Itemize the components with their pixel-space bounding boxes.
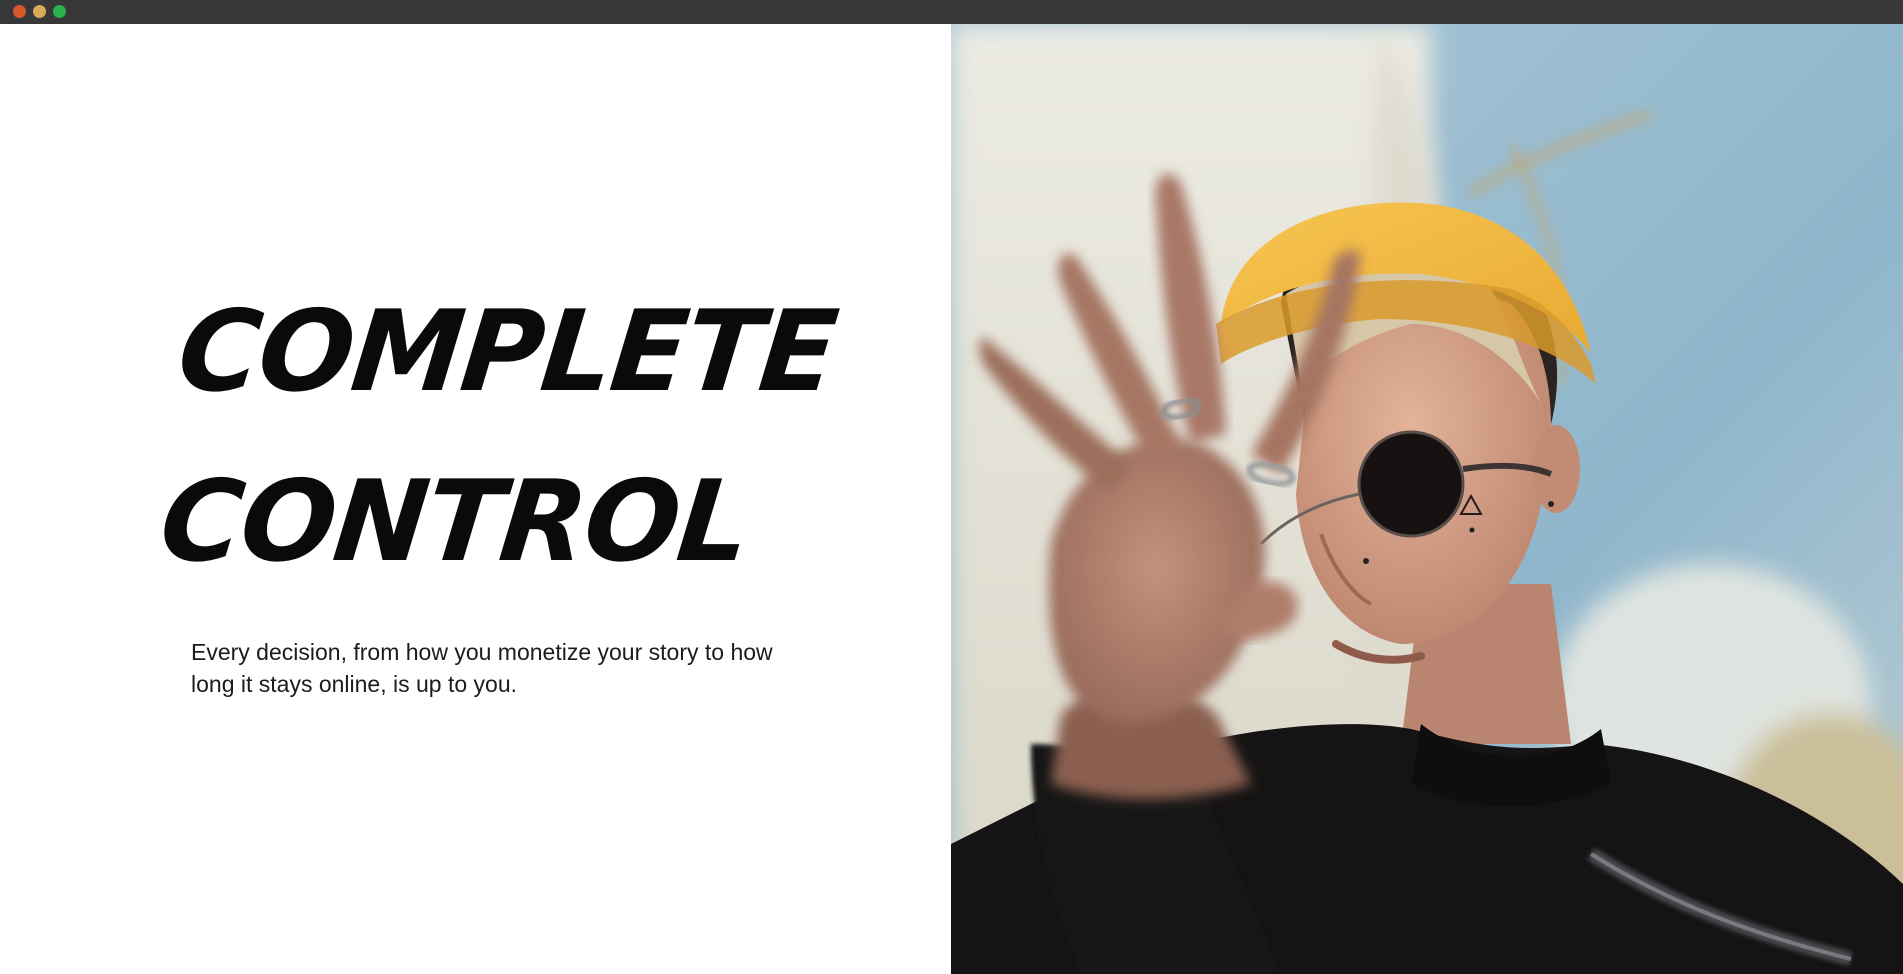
hero-headline-line-2: CONTROL: [154, 457, 755, 587]
hero-photo-illustration: [951, 24, 1903, 974]
window-titlebar: [0, 0, 1903, 24]
hero-headline: COMPLETE CONTROL: [152, 267, 843, 607]
browser-window: COMPLETE CONTROL Every decision, from ho…: [0, 0, 1903, 974]
hero-photo: [951, 24, 1903, 974]
minimize-window-button[interactable]: [33, 5, 46, 18]
hero-text-panel: COMPLETE CONTROL Every decision, from ho…: [0, 24, 951, 974]
maximize-window-button[interactable]: [53, 5, 66, 18]
hero-description: Every decision, from how you monetize yo…: [191, 639, 773, 697]
close-window-button[interactable]: [13, 5, 26, 18]
hero-headline-line-1: COMPLETE: [172, 287, 842, 417]
